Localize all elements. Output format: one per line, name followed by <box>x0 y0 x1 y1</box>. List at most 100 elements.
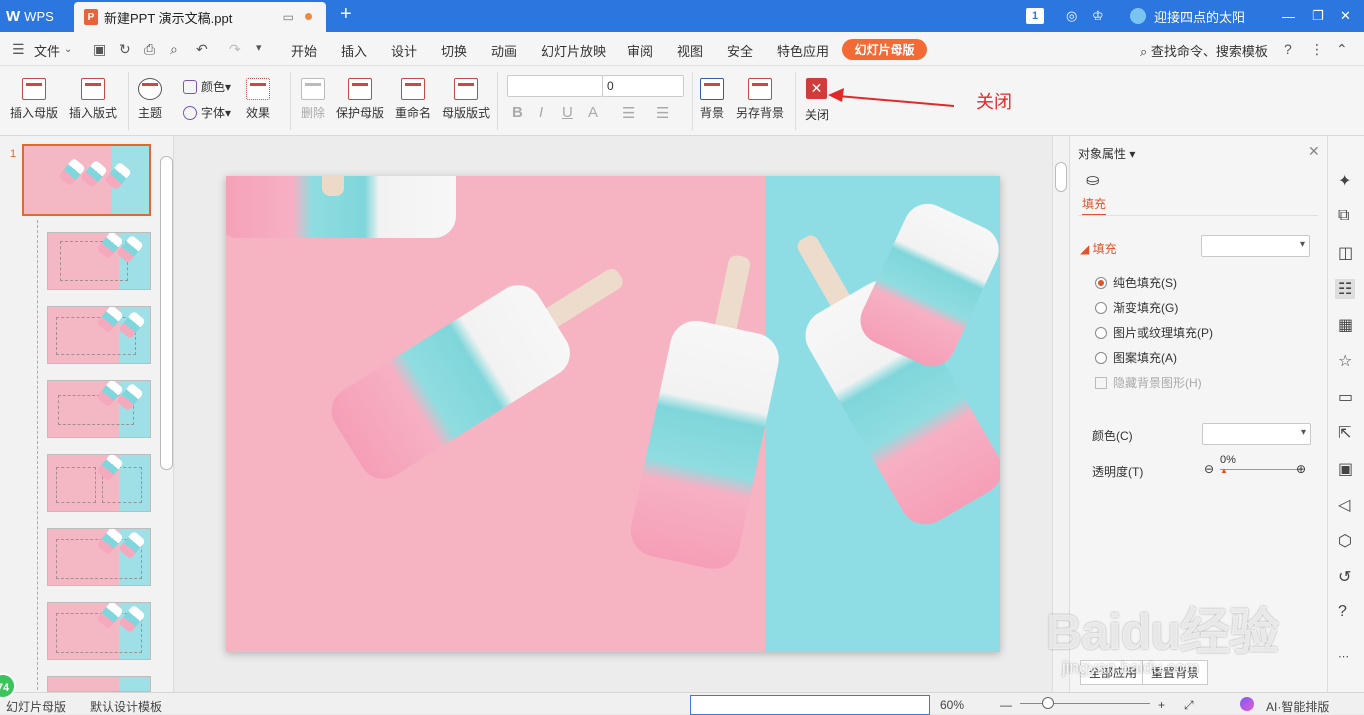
file-menu[interactable]: 文件 <box>34 41 60 60</box>
tab-count-badge[interactable]: 1 <box>1026 8 1044 24</box>
tab-design[interactable]: 设计 <box>391 41 417 60</box>
ai-layout-button[interactable]: AI·智能排版 <box>1266 698 1329 715</box>
master-thumbnail[interactable] <box>22 144 151 216</box>
customize-icon[interactable]: ▾ <box>256 41 262 54</box>
layout-thumbnail[interactable] <box>47 454 151 512</box>
restore-icon[interactable]: ❐ <box>1312 0 1324 32</box>
pointer-icon[interactable]: ✦ <box>1338 171 1351 191</box>
star-icon[interactable]: ☆ <box>1338 351 1352 371</box>
more-dots-icon[interactable]: ⋯ <box>1338 650 1349 663</box>
monitor-icon[interactable]: ▭ <box>283 10 294 24</box>
minimize-icon[interactable]: — <box>1282 0 1295 32</box>
speaker-icon[interactable]: ◁ <box>1338 495 1350 515</box>
theme-button[interactable]: 主题 <box>138 78 162 121</box>
search-command[interactable]: ⌕ 查找命令、搜索模板 <box>1140 41 1268 60</box>
transparency-slider[interactable] <box>1220 469 1300 470</box>
rename-button[interactable]: 重命名 <box>395 78 431 121</box>
picture-icon[interactable]: ▣ <box>1338 459 1353 479</box>
transparency-plus-icon[interactable]: ⊕ <box>1296 462 1306 476</box>
help-icon[interactable]: ? <box>1284 41 1292 57</box>
tab-view[interactable]: 视图 <box>677 41 703 60</box>
tab-transition[interactable]: 切换 <box>441 41 467 60</box>
properties-icon[interactable]: ☷ <box>1335 279 1356 299</box>
document-tab[interactable]: P 新建PPT 演示文稿.ppt ▭ <box>74 2 326 32</box>
color-button[interactable]: 颜色 ▾ <box>183 78 231 95</box>
numbered-list-icon[interactable]: ☰ <box>656 104 669 122</box>
save-background-button[interactable]: 另存背景 <box>736 78 784 121</box>
history-icon[interactable]: ↺ <box>1338 567 1351 587</box>
hamburger-icon[interactable]: ☰ <box>12 41 25 58</box>
master-layout-button[interactable]: 母版版式 <box>442 78 490 121</box>
output-icon[interactable]: ↻ <box>119 41 131 58</box>
tab-slide-master[interactable]: 幻灯片母版 <box>842 39 927 60</box>
input-method-bar[interactable] <box>690 695 930 715</box>
help-circle-icon[interactable]: ? <box>1338 603 1347 621</box>
layout-thumbnail[interactable] <box>47 528 151 586</box>
share-icon[interactable]: ⇱ <box>1338 423 1351 443</box>
bold-button[interactable]: B <box>512 104 523 121</box>
layout-thumbnail[interactable] <box>47 676 151 692</box>
slider-thumb-icon[interactable]: ▲ <box>1220 466 1228 475</box>
effect-button[interactable]: 效果 <box>246 78 270 121</box>
font-color-button[interactable]: A <box>588 104 598 121</box>
close-panel-icon[interactable]: ✕ <box>1308 143 1320 160</box>
chevron-down-icon[interactable]: ⌄ <box>64 44 72 55</box>
fill-type-select[interactable] <box>1201 235 1310 257</box>
pattern-fill-radio[interactable]: 图案填充(A) <box>1095 349 1177 366</box>
underline-button[interactable]: U <box>562 104 573 121</box>
zoom-value[interactable]: 60% <box>940 698 964 712</box>
bullet-list-icon[interactable]: ☰ <box>622 104 635 122</box>
redo-icon[interactable]: ↷ <box>229 41 241 58</box>
cloud-icon[interactable]: ◎ <box>1066 0 1077 32</box>
insert-layout-button[interactable]: 插入版式 <box>69 78 117 121</box>
status-template[interactable]: 默认设计模板 <box>90 698 162 715</box>
fill-section-toggle[interactable]: ◢ 填充 <box>1080 240 1117 257</box>
protect-master-button[interactable]: 保护母版 <box>336 78 384 121</box>
close-window-icon[interactable]: ✕ <box>1340 0 1351 32</box>
delete-button[interactable]: 删除 <box>301 78 325 121</box>
transparency-minus-icon[interactable]: ⊖ <box>1204 462 1214 476</box>
tab-review[interactable]: 审阅 <box>627 41 653 60</box>
layout-thumbnail[interactable] <box>47 380 151 438</box>
thumbnail-scrollbar[interactable] <box>160 156 173 470</box>
font-size-select[interactable]: 0 <box>602 75 684 97</box>
wps-home-tab[interactable]: W WPS <box>0 0 72 32</box>
panel-title[interactable]: 对象属性 ▾ <box>1078 145 1135 162</box>
zoom-in-icon[interactable]: + <box>1158 698 1165 712</box>
picture-fill-radio[interactable]: 图片或纹理填充(P) <box>1095 324 1213 341</box>
tab-security[interactable]: 安全 <box>727 41 753 60</box>
insert-master-button[interactable]: 插入母版 <box>10 78 58 121</box>
copy-icon[interactable]: ⧉ <box>1338 207 1349 225</box>
zoom-out-icon[interactable]: — <box>1000 698 1012 712</box>
print-icon[interactable]: ⎙ <box>144 41 155 58</box>
new-tab-plus-icon[interactable]: + <box>340 3 352 26</box>
tab-insert[interactable]: 插入 <box>341 41 367 60</box>
layout-thumbnail[interactable] <box>47 306 151 364</box>
status-slide-master[interactable]: 幻灯片母版 <box>6 698 66 715</box>
archive-icon[interactable]: ▭ <box>1338 387 1353 407</box>
undo-icon[interactable]: ↶ <box>196 41 208 58</box>
zoom-slider[interactable] <box>1020 703 1150 704</box>
slide-master-canvas[interactable] <box>226 176 1000 652</box>
gradient-fill-radio[interactable]: 渐变填充(G) <box>1095 299 1178 316</box>
layout-thumbnail[interactable] <box>47 602 151 660</box>
collapse-ribbon-icon[interactable]: ⌃ <box>1336 41 1348 58</box>
font-button[interactable]: 字体 ▾ <box>183 104 231 121</box>
fill-color-select[interactable] <box>1202 423 1311 445</box>
save-icon[interactable]: ▣ <box>93 41 106 58</box>
layout-thumbnail[interactable] <box>47 232 151 290</box>
italic-button[interactable]: I <box>539 104 543 121</box>
fit-window-icon[interactable]: ⤢ <box>1184 698 1194 713</box>
tab-animation[interactable]: 动画 <box>491 41 517 60</box>
solid-fill-radio[interactable]: 纯色填充(S) <box>1095 274 1177 291</box>
tab-slideshow[interactable]: 幻灯片放映 <box>541 41 606 60</box>
tab-fill[interactable]: 填充 <box>1082 195 1107 216</box>
tab-special[interactable]: 特色应用 <box>777 41 829 60</box>
skin-icon[interactable]: ♔ <box>1092 0 1104 32</box>
tab-home[interactable]: 开始 <box>291 41 317 60</box>
shield-icon[interactable]: ⬡ <box>1338 531 1352 551</box>
user-avatar[interactable]: 迎接四点的太阳 <box>1130 0 1245 32</box>
background-button[interactable]: 背景 <box>700 78 724 121</box>
image-icon[interactable]: ▦ <box>1338 315 1353 335</box>
shapes-icon[interactable]: ◫ <box>1338 243 1353 263</box>
